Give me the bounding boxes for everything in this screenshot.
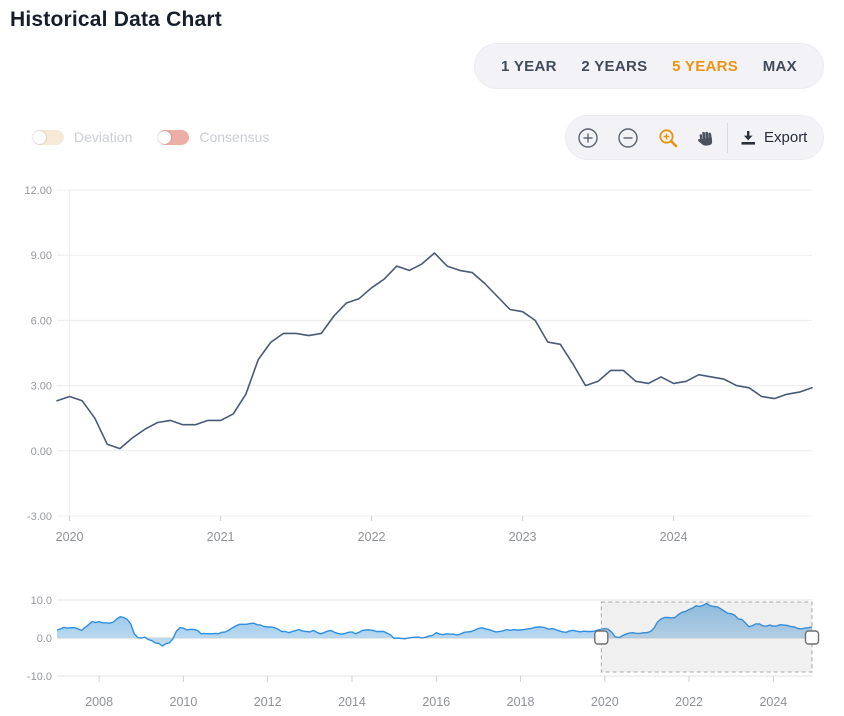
charts-canvas: 12.00 9.00 6.00 3.00 0.00 -3.00 2020 2021 2022 20… [0,0,844,716]
main-plot-area[interactable] [57,190,812,516]
nav-x-tick-label: 2022 [675,695,703,709]
nav-x-tick-label: 2018 [507,695,535,709]
nav-y-tick-label: 10.0 [31,595,52,607]
main-y-tick-label: 6.00 [31,315,52,327]
nav-x-tick-label: 2010 [170,695,198,709]
nav-y-tick-label: -10.0 [27,671,52,683]
nav-x-tick-label: 2016 [422,695,450,709]
navigator-selection[interactable] [601,602,812,672]
main-x-tick-label: 2020 [56,530,84,544]
main-y-tick-label: 9.00 [31,250,52,262]
main-y-tick-label: 12.00 [24,185,52,197]
navigator-handle-right[interactable] [806,631,819,644]
main-y-tick-label: -3.00 [27,511,52,523]
navigator-handle-left[interactable] [595,631,608,644]
main-y-tick-label: 0.00 [31,446,52,458]
nav-x-tick-label: 2024 [759,695,787,709]
historical-data-chart-page: Historical Data Chart 1 YEAR 2 YEARS 5 Y… [0,0,844,716]
main-x-tick-label: 2021 [207,530,235,544]
main-x-tick-label: 2022 [358,530,386,544]
nav-x-tick-label: 2014 [338,695,366,709]
main-y-tick-label: 3.00 [31,381,52,393]
nav-y-tick-label: 0.0 [37,633,52,645]
nav-x-tick-label: 2020 [591,695,619,709]
nav-x-tick-label: 2008 [85,695,113,709]
main-x-tick-label: 2023 [509,530,537,544]
main-x-tick-label: 2024 [660,530,688,544]
nav-x-tick-label: 2012 [254,695,282,709]
